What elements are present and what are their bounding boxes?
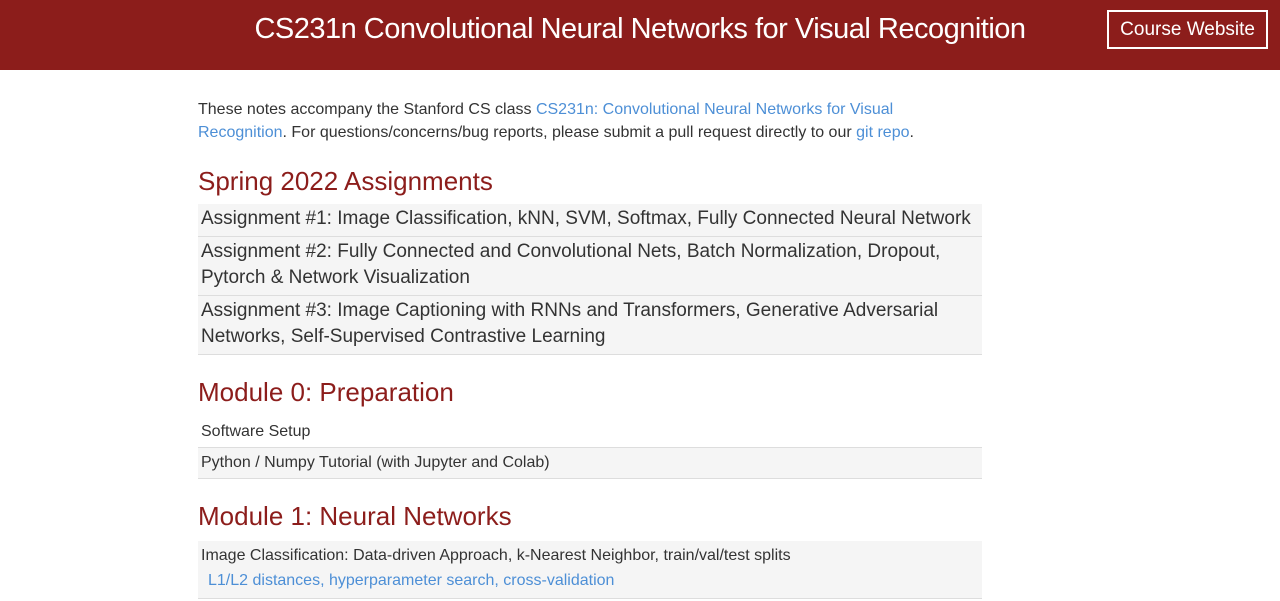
- assignments-list: Assignment #1: Image Classification, kNN…: [198, 204, 982, 355]
- site-header: CS231n Convolutional Neural Networks for…: [0, 0, 1280, 70]
- module-0-list: Software Setup Python / Numpy Tutorial (…: [198, 417, 982, 479]
- software-setup-link[interactable]: Software Setup: [198, 417, 982, 448]
- image-classification-item: Image Classification: Data-driven Approa…: [198, 541, 982, 599]
- git-repo-link[interactable]: git repo: [856, 124, 909, 141]
- assignment-1-link[interactable]: Assignment #1: Image Classification, kNN…: [198, 204, 982, 237]
- assignment-2-link[interactable]: Assignment #2: Fully Connected and Convo…: [198, 237, 982, 296]
- assignments-heading: Spring 2022 Assignments: [198, 166, 493, 196]
- intro-paragraph: These notes accompany the Stanford CS cl…: [198, 98, 982, 144]
- module-1-list: Image Classification: Data-driven Approa…: [198, 541, 982, 599]
- course-website-button[interactable]: Course Website: [1107, 10, 1268, 49]
- assignment-3-link[interactable]: Assignment #3: Image Captioning with RNN…: [198, 296, 982, 355]
- module-0-heading: Module 0: Preparation: [198, 377, 454, 407]
- image-classification-link[interactable]: Image Classification: Data-driven Approa…: [201, 545, 979, 567]
- intro-text-middle: . For questions/concerns/bug reports, pl…: [282, 124, 857, 141]
- intro-text-after: .: [909, 124, 914, 141]
- intro-text-before: These notes accompany the Stanford CS cl…: [198, 101, 536, 118]
- python-numpy-tutorial-link[interactable]: Python / Numpy Tutorial (with Jupyter an…: [198, 448, 982, 479]
- main-content: These notes accompany the Stanford CS cl…: [198, 98, 982, 599]
- image-classification-subtopics[interactable]: L1/L2 distances, hyperparameter search, …: [201, 567, 979, 594]
- module-1-heading: Module 1: Neural Networks: [198, 501, 512, 531]
- site-title[interactable]: CS231n Convolutional Neural Networks for…: [0, 12, 1280, 46]
